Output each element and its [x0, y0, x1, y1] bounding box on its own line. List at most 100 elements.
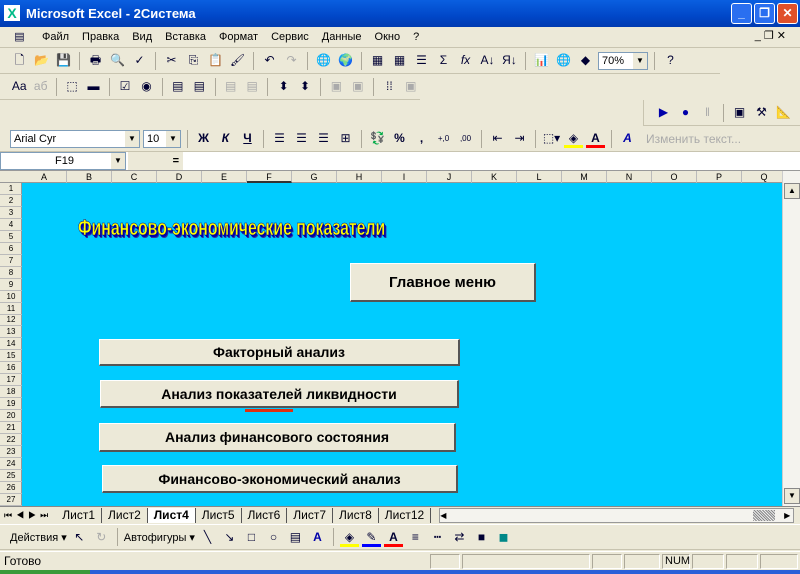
row-header[interactable]: 22 — [0, 434, 22, 446]
spinner-icon[interactable]: ⬍ — [296, 77, 314, 96]
button-icon[interactable]: ▬ — [84, 77, 102, 96]
scroll-down-button[interactable]: ▼ — [784, 488, 800, 504]
code-icon[interactable]: ▣ — [349, 77, 367, 96]
decrease-indent-icon[interactable]: ⇤ — [488, 129, 507, 148]
scroll-up-button[interactable]: ▲ — [784, 183, 800, 199]
menu-data[interactable]: Данные — [322, 31, 362, 43]
menu-help[interactable]: ? — [413, 31, 419, 43]
row-header[interactable]: 6 — [0, 243, 22, 255]
increase-indent-icon[interactable]: ⇥ — [510, 129, 529, 148]
hyperlink-icon[interactable]: 🌐 — [314, 51, 333, 70]
column-header[interactable]: P — [697, 171, 742, 183]
rectangle-icon[interactable]: □ — [242, 528, 261, 547]
column-header[interactable]: B — [67, 171, 112, 183]
web-icon[interactable]: 🌍 — [336, 51, 355, 70]
copy-icon[interactable]: ⎘ — [184, 51, 203, 70]
control-toolbox-icon[interactable]: ▣ — [730, 103, 749, 122]
arrow-icon[interactable]: ↘ — [220, 528, 239, 547]
menu-tools[interactable]: Сервис — [271, 31, 309, 43]
record-icon[interactable]: ● — [676, 103, 695, 122]
line-style-icon[interactable]: ≡ — [406, 528, 425, 547]
doc-window-controls[interactable]: _ ❐ ✕ — [755, 29, 786, 42]
save-icon[interactable]: 💾 — [54, 51, 73, 70]
groupbox-icon[interactable]: ⬚ — [63, 77, 81, 96]
row-header[interactable]: 11 — [0, 303, 22, 315]
print-icon[interactable]: 🖶 — [86, 51, 105, 70]
fill-color-icon[interactable]: ◈ — [564, 129, 583, 148]
row-header[interactable]: 23 — [0, 446, 22, 458]
underline-button[interactable]: Ч — [238, 129, 257, 148]
decrease-decimal-icon[interactable]: ,00 — [456, 129, 475, 148]
column-header[interactable]: E — [202, 171, 247, 183]
row-header[interactable]: 4 — [0, 219, 22, 231]
sheet-tab[interactable]: Лист7 — [287, 507, 334, 523]
help-icon[interactable]: ? — [661, 51, 680, 70]
shadow-icon[interactable]: ■ — [472, 528, 491, 547]
table-icon[interactable]: ▦ — [368, 51, 387, 70]
row-header[interactable]: 15 — [0, 350, 22, 363]
sheet-tab[interactable]: Лист8 — [333, 507, 379, 523]
run-macro-icon[interactable]: ▶ — [654, 103, 673, 122]
sheet-icon[interactable]: ▦ — [390, 51, 409, 70]
list-icon[interactable]: ☰ — [412, 51, 431, 70]
row-header[interactable]: 9 — [0, 279, 22, 291]
row-header[interactable]: 16 — [0, 362, 22, 375]
increase-decimal-icon[interactable]: +,0 — [434, 129, 453, 148]
row-header[interactable]: 14 — [0, 338, 22, 351]
editbox-icon[interactable]: аб — [31, 77, 49, 96]
currency-icon[interactable]: 💱 — [368, 129, 387, 148]
listbox-icon[interactable]: ▤ — [169, 77, 187, 96]
actions-button[interactable]: Действия ▾ — [10, 531, 67, 544]
font-color-icon[interactable]: A — [383, 528, 403, 547]
3d-icon[interactable]: ◼ — [494, 528, 513, 547]
formula-input[interactable] — [184, 152, 800, 170]
function-icon[interactable]: fx — [456, 51, 475, 70]
dash-style-icon[interactable]: ┅ — [428, 528, 447, 547]
autoshapes-button[interactable]: Автофигуры ▾ — [124, 531, 195, 544]
column-header[interactable]: I — [382, 171, 427, 183]
wordart-insert-icon[interactable]: A — [308, 528, 327, 547]
percent-button[interactable]: % — [390, 129, 409, 148]
line-color-icon[interactable]: ✎ — [361, 528, 381, 547]
liquidity-analysis-button[interactable]: Анализ показателей ликвидности — [100, 380, 459, 408]
sort-asc-icon[interactable]: A↓ — [478, 51, 497, 70]
column-header[interactable]: F — [247, 171, 292, 183]
row-header[interactable]: 13 — [0, 326, 22, 339]
sheet-tab[interactable]: Лист4 — [147, 507, 196, 523]
row-header[interactable]: 20 — [0, 410, 22, 423]
column-header[interactable]: O — [652, 171, 697, 183]
font-size-select[interactable]: 10 ▼ — [143, 129, 181, 148]
borders-icon[interactable]: ⬚▾ — [542, 129, 561, 148]
row-header[interactable]: 17 — [0, 374, 22, 387]
spelling-icon[interactable]: ✓ — [130, 51, 149, 70]
row-header[interactable]: 5 — [0, 231, 22, 243]
align-center-icon[interactable]: ☰ — [292, 129, 311, 148]
label-icon[interactable]: Aa — [10, 77, 28, 96]
align-right-icon[interactable]: ☰ — [314, 129, 333, 148]
column-header[interactable]: K — [472, 171, 517, 183]
wordart-icon[interactable]: A — [618, 129, 637, 148]
new-icon[interactable]: 🗋 — [10, 51, 29, 70]
column-header[interactable]: D — [157, 171, 202, 183]
row-header[interactable]: 19 — [0, 398, 22, 411]
combobox-icon[interactable]: ▤ — [190, 77, 208, 96]
properties-icon[interactable]: ▣ — [327, 77, 345, 96]
row-header[interactable]: 18 — [0, 386, 22, 399]
menu-window[interactable]: Окно — [375, 31, 401, 43]
scrollbar-icon[interactable]: ⬍ — [274, 77, 292, 96]
align-left-icon[interactable]: ☰ — [270, 129, 289, 148]
factor-analysis-button[interactable]: Факторный анализ — [99, 339, 460, 366]
column-header[interactable]: Q — [742, 171, 787, 183]
design-mode-icon[interactable]: 📐 — [774, 103, 793, 122]
font-color-icon[interactable]: A — [586, 129, 605, 148]
menu-file[interactable]: Файл — [42, 31, 69, 43]
tab-nav-buttons[interactable]: ⏮◀▶⏭ — [0, 510, 56, 521]
column-header[interactable]: G — [292, 171, 337, 183]
close-button[interactable]: ✕ — [777, 3, 798, 24]
run-dialog-icon[interactable]: ▣ — [402, 77, 420, 96]
drawing-icon[interactable]: ◆ — [576, 51, 595, 70]
line-icon[interactable]: ╲ — [198, 528, 217, 547]
sheet-tab[interactable]: Лист12 — [379, 507, 432, 523]
row-header[interactable]: 26 — [0, 482, 22, 494]
row-header[interactable]: 2 — [0, 195, 22, 207]
